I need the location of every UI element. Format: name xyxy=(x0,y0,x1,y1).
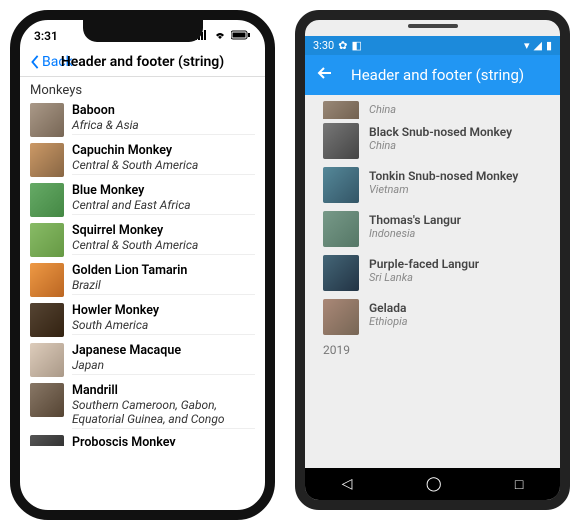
item-location: Central & South America xyxy=(72,238,255,252)
list-item[interactable]: Purple-faced Langur Sri Lanka xyxy=(305,251,560,295)
nav-recent-button[interactable]: □ xyxy=(515,476,523,493)
monkey-image xyxy=(30,263,64,297)
item-location: Africa & Asia xyxy=(72,118,255,132)
list-item[interactable]: Thomas's Langur Indonesia xyxy=(305,207,560,251)
monkey-image xyxy=(323,167,359,203)
monkey-image xyxy=(323,123,359,159)
ios-nav-bar: Back Header and footer (string) xyxy=(20,48,265,77)
android-app-bar: Header and footer (string) xyxy=(305,55,560,95)
monkey-image xyxy=(30,143,64,177)
back-label: Back xyxy=(42,54,73,70)
battery-icon xyxy=(231,29,251,43)
item-location: Central & South America xyxy=(72,158,255,172)
gear-icon: ✿ xyxy=(338,39,347,52)
list-header: Monkeys xyxy=(20,77,265,100)
item-name: Thomas's Langur xyxy=(369,213,461,227)
monkey-image xyxy=(30,303,64,337)
item-location: South America xyxy=(72,318,255,332)
android-device: 3:30 ✿ ◧ ▾ ◢ ▮ Header and footer (string… xyxy=(295,10,570,510)
list-item[interactable]: Blue Monkey Central and East Africa xyxy=(20,180,265,220)
android-nav-bar: ◁ ◯ □ xyxy=(305,468,560,500)
back-button[interactable]: Back xyxy=(28,54,73,70)
monkey-image xyxy=(323,211,359,247)
item-location: China xyxy=(369,103,396,116)
nav-home-button[interactable]: ◯ xyxy=(426,476,442,492)
wifi-icon xyxy=(213,29,227,43)
list-item[interactable]: China xyxy=(305,97,560,119)
monkey-image xyxy=(323,255,359,291)
list-item[interactable]: Black Snub-nosed Monkey China xyxy=(305,119,560,163)
back-button[interactable] xyxy=(317,65,333,85)
item-name: Japanese Macaque xyxy=(72,343,255,358)
page-title: Header and footer (string) xyxy=(351,66,524,84)
wifi-icon: ▾ xyxy=(524,39,530,52)
item-name: Baboon xyxy=(72,103,255,118)
list-footer: 2019 xyxy=(305,339,560,361)
android-time: 3:30 xyxy=(313,39,334,52)
monkey-image xyxy=(30,343,64,377)
item-name: Howler Monkey xyxy=(72,303,255,318)
item-name: Squirrel Monkey xyxy=(72,223,255,238)
iphone-device: 3:31 Back Header and footer (string) Mon… xyxy=(10,10,275,520)
item-name: Mandrill xyxy=(72,383,255,398)
iphone-notch xyxy=(83,20,203,42)
android-status-bar: 3:30 ✿ ◧ ▾ ◢ ▮ xyxy=(305,36,560,55)
ios-list[interactable]: Monkeys Baboon Africa & Asia Capuchin Mo… xyxy=(20,77,265,507)
arrow-left-icon xyxy=(317,65,333,81)
item-name: Proboscis Monkey xyxy=(72,435,255,446)
list-item[interactable]: Gelada Ethiopia xyxy=(305,295,560,339)
android-list[interactable]: China Black Snub-nosed Monkey China Tonk… xyxy=(305,95,560,485)
debug-icon: ◧ xyxy=(351,39,361,52)
list-item[interactable]: Baboon Africa & Asia xyxy=(20,100,265,140)
android-speaker xyxy=(408,24,458,28)
monkey-image xyxy=(30,383,64,417)
monkey-image xyxy=(30,103,64,137)
chevron-left-icon xyxy=(28,55,42,69)
item-location: Brazil xyxy=(72,278,255,292)
list-item[interactable]: Howler Monkey South America xyxy=(20,300,265,340)
ios-time: 3:31 xyxy=(34,29,58,43)
monkey-image xyxy=(323,101,359,119)
item-location: Japan xyxy=(72,358,255,372)
item-location: Indonesia xyxy=(369,227,461,240)
item-name: Tonkin Snub-nosed Monkey xyxy=(369,169,518,183)
battery-icon: ▮ xyxy=(546,39,552,52)
item-name: Gelada xyxy=(369,301,408,315)
list-item[interactable]: Japanese Macaque Japan xyxy=(20,340,265,380)
monkey-image xyxy=(323,299,359,335)
item-name: Black Snub-nosed Monkey xyxy=(369,125,512,139)
list-item[interactable]: Tonkin Snub-nosed Monkey Vietnam xyxy=(305,163,560,207)
item-location: Central and East Africa xyxy=(72,198,255,212)
list-item[interactable]: Mandrill Southern Cameroon, Gabon, Equat… xyxy=(20,380,265,432)
nav-back-button[interactable]: ◁ xyxy=(342,476,353,492)
item-location: Ethiopia xyxy=(369,315,408,328)
item-name: Purple-faced Langur xyxy=(369,257,479,271)
item-name: Capuchin Monkey xyxy=(72,143,255,158)
list-item[interactable]: Capuchin Monkey Central & South America xyxy=(20,140,265,180)
list-item[interactable]: Proboscis Monkey xyxy=(20,432,265,446)
item-location: Sri Lanka xyxy=(369,271,479,284)
monkey-image xyxy=(30,183,64,217)
item-location: China xyxy=(369,139,512,152)
item-name: Blue Monkey xyxy=(72,183,255,198)
monkey-image xyxy=(30,223,64,257)
signal-icon: ◢ xyxy=(533,39,541,52)
item-location: Southern Cameroon, Gabon, Equatorial Gui… xyxy=(72,398,255,426)
monkey-image xyxy=(30,435,64,446)
list-item[interactable]: Squirrel Monkey Central & South America xyxy=(20,220,265,260)
item-location: Vietnam xyxy=(369,183,518,196)
list-item[interactable]: Golden Lion Tamarin Brazil xyxy=(20,260,265,300)
item-name: Golden Lion Tamarin xyxy=(72,263,255,278)
